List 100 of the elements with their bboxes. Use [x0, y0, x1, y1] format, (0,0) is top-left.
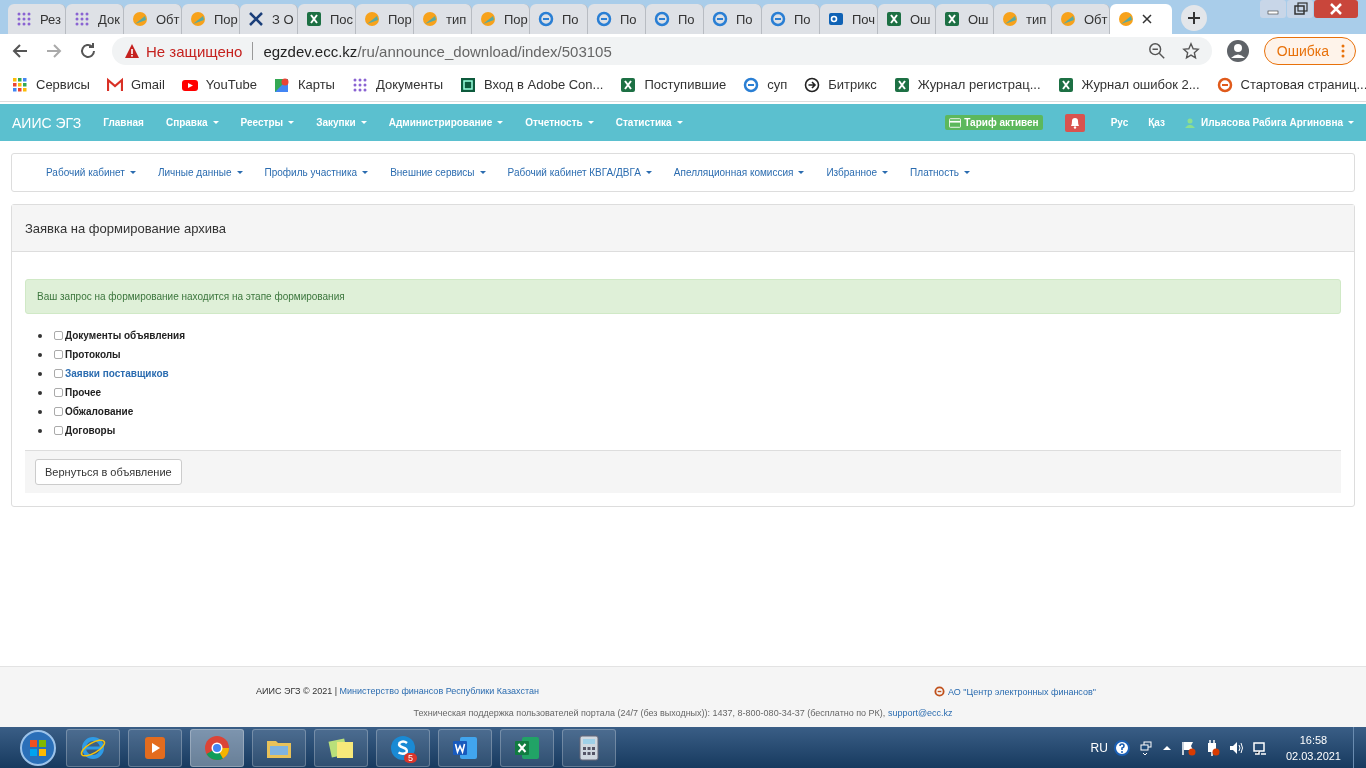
checkbox[interactable] [54, 350, 63, 359]
browser-tab[interactable]: Пос [298, 4, 356, 34]
profile-avatar-icon[interactable] [1225, 39, 1250, 63]
browser-tab[interactable]: Пор [356, 4, 414, 34]
checkbox[interactable] [54, 331, 63, 340]
browser-tab[interactable]: Пор [182, 4, 240, 34]
input-language[interactable]: RU [1090, 740, 1108, 755]
security-label: Не защищено [146, 42, 243, 60]
ministry-link[interactable]: Министерство финансов Республики Казахстан [339, 686, 539, 696]
help-icon[interactable] [1113, 739, 1130, 756]
bookmark-label: суп [767, 77, 788, 92]
sun-logo-icon [422, 11, 438, 27]
browser-tab[interactable]: Поч [820, 4, 878, 34]
browser-tab[interactable]: По [588, 4, 646, 34]
notification-bell-button[interactable] [1064, 113, 1085, 132]
taskbar-app[interactable] [190, 728, 244, 767]
browser-tab[interactable]: По [530, 4, 588, 34]
bookmark[interactable]: Битрикс [804, 76, 877, 93]
start-button[interactable] [18, 727, 58, 768]
menu-dropdown[interactable]: Рабочий кабинет КВГА/ДВГА [507, 167, 652, 178]
sun-logo-icon [132, 11, 148, 27]
bookmark[interactable]: Вход в Adobe Con... [460, 76, 604, 93]
clock-time[interactable]: 16:58 [1299, 731, 1328, 748]
tab-title: Пор [504, 11, 528, 27]
square-logo-icon [460, 76, 476, 93]
browser-tab[interactable]: тип [994, 4, 1052, 34]
zoom-out-icon[interactable] [1147, 42, 1166, 60]
browser-tab[interactable]: Ош [936, 4, 994, 34]
bookmark[interactable]: Журнал ошибок 2... [1057, 76, 1200, 93]
taskbar-app[interactable] [314, 728, 368, 767]
menu-dropdown[interactable]: Апелляционная комиссия [673, 167, 805, 178]
excel-icon [893, 76, 910, 93]
bookmark-label: Gmail [130, 77, 165, 92]
company-link[interactable]: АО "Центр электронных финансов" [934, 686, 1096, 697]
bookmark[interactable]: Документы [351, 76, 443, 93]
new-tab-button[interactable] [1180, 4, 1208, 32]
browser-tab[interactable]: Док [66, 4, 124, 34]
bookmark[interactable]: YouTube [181, 76, 257, 93]
e-logo-icon [1216, 76, 1233, 93]
taskbar-app[interactable] [438, 728, 492, 767]
bookmark-label: Вход в Adobe Con... [484, 77, 604, 92]
taskbar-app[interactable] [128, 728, 182, 767]
bookmark[interactable]: суп [743, 76, 788, 93]
address-bar[interactable]: Не защищено egzdev.ecc.kz/ru/announce_download/index/503105 [112, 37, 1212, 65]
star-icon[interactable] [1181, 42, 1200, 60]
restore-icon[interactable] [1287, 0, 1313, 18]
card-icon [949, 117, 962, 128]
browser-tab[interactable]: Ош [878, 4, 936, 34]
e-logo-icon [770, 11, 786, 27]
bookmark[interactable]: Сервисы [12, 76, 90, 93]
checkbox-label: Прочее [65, 387, 102, 398]
checkbox[interactable] [54, 388, 63, 397]
menu-dropdown[interactable]: Избранное [826, 167, 889, 178]
browser-tab[interactable]: З О [240, 4, 298, 34]
close-icon[interactable] [1142, 14, 1152, 24]
clock-date[interactable]: 02.03.2021 [1285, 747, 1341, 764]
panel-title: Заявка на формирование архива [12, 205, 1354, 252]
checkbox-label: Документы объявления [65, 330, 186, 341]
browser-tab[interactable]: Пор [472, 4, 530, 34]
tab-title: По [620, 11, 637, 27]
menu-dropdown[interactable]: Платность [910, 167, 970, 178]
browser-tab[interactable]: Обт [124, 4, 182, 34]
bookmark-label: Стартовая страниц... [1240, 77, 1366, 92]
checkbox[interactable] [54, 407, 63, 416]
tab-title: тип [446, 11, 467, 27]
more-icon [1341, 44, 1345, 58]
email-link[interactable]: support@ecc.kz [887, 708, 953, 718]
taskbar-app[interactable] [66, 728, 120, 767]
taskbar-app[interactable] [500, 728, 554, 767]
back-button[interactable]: Вернуться в объявление [35, 459, 182, 485]
menu-dropdown[interactable]: Внешние сервисы [390, 167, 486, 178]
bookmark[interactable]: Стартовая страниц... [1216, 76, 1366, 93]
taskbar-app[interactable]: 5 [376, 728, 430, 767]
browser-tab[interactable]: По [762, 4, 820, 34]
notification-badge: 5 [404, 752, 417, 763]
e-logo-icon [654, 11, 670, 27]
checkbox[interactable] [54, 426, 63, 435]
taskbar-app[interactable] [252, 728, 306, 767]
reload-icon[interactable] [78, 41, 98, 61]
menu-dropdown[interactable]: Рабочий кабинет [46, 167, 136, 178]
bookmark[interactable]: Gmail [106, 76, 165, 93]
checkbox-label[interactable]: Заявки поставщиков [65, 368, 169, 379]
taskbar-app[interactable] [562, 728, 616, 767]
envelope-m-icon [106, 76, 123, 93]
browser-tab[interactable]: По [704, 4, 762, 34]
flag-icon[interactable] [1179, 739, 1196, 756]
excel-icon [620, 76, 637, 93]
windows-icon[interactable] [1137, 739, 1154, 756]
menu-dropdown[interactable]: Личные данные [157, 167, 243, 178]
browser-tab[interactable]: тип [414, 4, 472, 34]
checkbox[interactable] [54, 369, 63, 378]
browser-tab[interactable]: По [646, 4, 704, 34]
network-icon[interactable] [1251, 739, 1268, 756]
browser-tab[interactable]: Обт [1052, 4, 1110, 34]
menu-dropdown[interactable]: Профиль участника [264, 167, 369, 178]
bookmark[interactable]: Карты [273, 76, 335, 93]
e-logo-icon [712, 11, 728, 27]
bookmark[interactable]: Поступившие [620, 76, 727, 93]
browser-tab[interactable]: Рез [8, 4, 66, 34]
bookmark[interactable]: Журнал регистрац... [893, 76, 1041, 93]
